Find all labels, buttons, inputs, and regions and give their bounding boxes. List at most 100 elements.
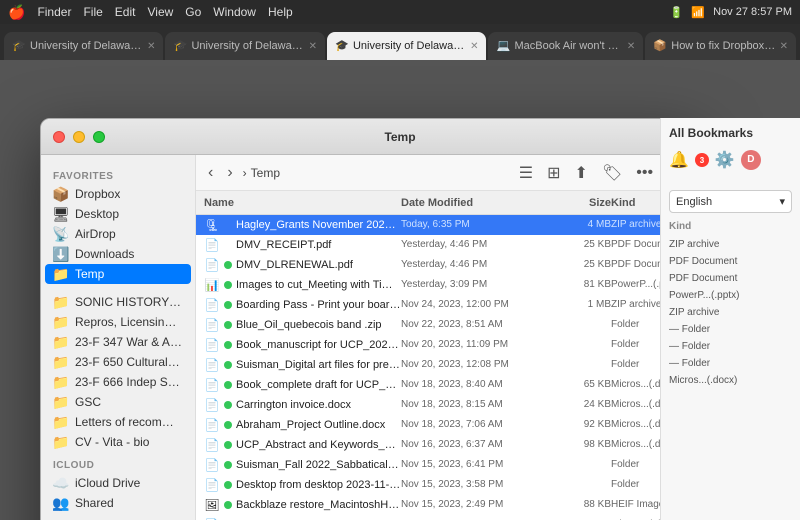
menu-file[interactable]: File <box>83 5 102 19</box>
more-button[interactable]: ••• <box>632 162 657 184</box>
tab-2-close[interactable]: ✕ <box>309 41 317 52</box>
back-button[interactable]: ‹ <box>204 162 217 184</box>
sidebar-item-dropbox[interactable]: 📦 Dropbox <box>45 184 191 204</box>
file-row[interactable]: 📄 Boarding Pass - Print your boarding pa… <box>196 295 699 315</box>
share-button[interactable]: ⬆ <box>571 161 592 185</box>
tag-button[interactable]: 🏷 <box>598 161 626 185</box>
file-type-icon: 📄 <box>204 237 220 253</box>
tab-4[interactable]: 💻 MacBook Air won't sync... ✕ <box>488 32 643 60</box>
sidebar-item-letters[interactable]: 📁 Letters of recommend... <box>45 412 191 432</box>
sidebar-item-sonic[interactable]: 📁 SONIC HISTORY OF... <box>45 292 191 312</box>
maximize-button[interactable] <box>93 131 105 143</box>
icloud-icon: ☁️ <box>53 475 69 491</box>
apple-menu[interactable]: 🍎 <box>8 4 25 21</box>
tab-1[interactable]: 🎓 University of Delaware C... ✕ <box>4 32 163 60</box>
tab-4-close[interactable]: ✕ <box>627 41 635 52</box>
file-row[interactable]: 📄 Book_manuscript for UCP_2023-11-13 Nov… <box>196 335 699 355</box>
file-name: Carrington invoice.docx <box>236 399 401 411</box>
sidebar-item-temp[interactable]: 📁 Temp <box>45 264 191 284</box>
col-modified-header[interactable]: Date Modified <box>401 197 551 209</box>
menu-edit[interactable]: Edit <box>115 5 136 19</box>
sidebar-item-desktop[interactable]: 🖥 Desktop <box>45 204 191 224</box>
file-row[interactable]: 📄 Book_complete draft for UCP_2023-05-18… <box>196 375 699 395</box>
sync-indicator <box>224 441 232 449</box>
temp-folder-icon: 📁 <box>53 266 69 282</box>
file-type-icon: 🗜 <box>204 217 220 233</box>
dropbox-icon: 📦 <box>53 186 69 202</box>
file-row[interactable]: 📄 DMV_DLRENEWAL.pdf Yesterday, 4:46 PM 2… <box>196 255 699 275</box>
sidebar-item-label: Repros, Licensing, an... <box>75 315 183 329</box>
sidebar-item-airdrop[interactable]: 📡 AirDrop <box>45 224 191 244</box>
sidebar-item-icloud-drive[interactable]: ☁️ iCloud Drive <box>45 473 191 493</box>
menubar-left: 🍎 Finder File Edit View Go Window Help <box>8 4 293 21</box>
sidebar-item-23f347[interactable]: 📁 23-F 347 War & Am S... <box>45 332 191 352</box>
tab-5[interactable]: 📦 How to fix Dropbox not... ✕ <box>645 32 796 60</box>
file-row[interactable]: 🗜 Hagley_Grants November 2023.zip Today,… <box>196 215 699 235</box>
file-row[interactable]: 📄 Desktop from desktop 2023-11-15 Nov 15… <box>196 475 699 495</box>
kind-pptx: PowerP...(.pptx) <box>669 287 792 304</box>
sidebar-item-23f650[interactable]: 📁 23-F 650 Cultural His... <box>45 352 191 372</box>
file-row[interactable]: 🖼 Backblaze restore_MacintoshHD_2023-11-… <box>196 495 699 515</box>
file-name: Suisman_Digital art files for press REF … <box>236 359 401 371</box>
sidebar-item-label: Letters of recommend... <box>75 415 183 429</box>
file-size: 81 KB <box>551 279 611 290</box>
file-row[interactable]: 📄 Suisman_Fall 2022_Sabbatical report No… <box>196 455 699 475</box>
bell-icon[interactable]: 🔔 <box>669 150 689 170</box>
avatar-icon[interactable]: D <box>741 150 761 170</box>
col-size-header[interactable]: Size <box>551 197 611 209</box>
menu-window[interactable]: Window <box>213 5 256 19</box>
menu-go[interactable]: Go <box>185 5 201 19</box>
file-row[interactable]: 📄 DMV_RECEIPT.pdf Yesterday, 4:46 PM 25 … <box>196 235 699 255</box>
menubar-right: 🔋 📶 Nov 27 8:57 PM <box>670 6 792 19</box>
sidebar-item-shared[interactable]: 👥 Shared <box>45 493 191 513</box>
tab-5-close[interactable]: ✕ <box>780 41 788 52</box>
view-list-button[interactable]: ☰ <box>515 161 537 185</box>
file-modified: Yesterday, 4:46 PM <box>401 259 551 270</box>
settings-icon[interactable]: ⚙️ <box>715 150 735 170</box>
file-row[interactable]: 📊 Images to cut_Meeting with Tim 2023-11… <box>196 275 699 295</box>
file-size: 92 KB <box>551 419 611 430</box>
sidebar-item-downloads[interactable]: ⬇️ Downloads <box>45 244 191 264</box>
file-row[interactable]: 📄 UCP_Abstract and Keywords_Portal_Autho… <box>196 435 699 455</box>
tab-3-close[interactable]: ✕ <box>470 41 478 52</box>
folder-icon: 📁 <box>53 374 69 390</box>
file-modified: Nov 20, 2023, 12:08 PM <box>401 359 551 370</box>
menu-view[interactable]: View <box>147 5 173 19</box>
file-row[interactable]: 📄 Suisman_Digital art files for press RE… <box>196 355 699 375</box>
sidebar-item-repros[interactable]: 📁 Repros, Licensing, an... <box>45 312 191 332</box>
file-name: Blue_Oil_quebecois band .zip <box>236 319 401 331</box>
sidebar-item-label: SONIC HISTORY OF... <box>75 295 183 309</box>
menu-help[interactable]: Help <box>268 5 293 19</box>
tab-3[interactable]: 🎓 University of Delaware C... ✕ <box>327 32 486 60</box>
close-button[interactable] <box>53 131 65 143</box>
file-modified: Nov 20, 2023, 11:09 PM <box>401 339 551 350</box>
file-name: Suisman_Fall 2022_Sabbatical report <box>236 459 401 471</box>
notification-badge: 3 <box>695 153 709 167</box>
path-nav: › Temp <box>243 166 509 180</box>
sidebar-item-gsc[interactable]: 📁 GSC <box>45 392 191 412</box>
minimize-button[interactable] <box>73 131 85 143</box>
folder-icon: 📁 <box>53 294 69 310</box>
forward-button[interactable]: › <box>223 162 236 184</box>
sidebar-item-label: Temp <box>75 267 104 281</box>
language-dropdown[interactable]: English ▾ <box>669 190 792 213</box>
tab-1-close[interactable]: ✕ <box>147 41 155 52</box>
file-type-icon: 📄 <box>204 377 220 393</box>
file-modified: Nov 15, 2023, 2:49 PM <box>401 499 551 510</box>
language-label: English <box>676 196 712 208</box>
file-row[interactable]: 📄 Abraham_Project Outline.docx Nov 18, 2… <box>196 415 699 435</box>
finder-body: Favorites 📦 Dropbox 🖥 Desktop 📡 AirDrop … <box>41 155 699 520</box>
tab-2[interactable]: 🎓 University of Delaware C... ✕ <box>165 32 324 60</box>
sidebar-item-label: iCloud Drive <box>75 476 140 490</box>
file-row[interactable]: 📄 Blue_Oil_quebecois band .zip Nov 22, 2… <box>196 315 699 335</box>
file-type-icon: 📄 <box>204 477 220 493</box>
sidebar-item-23f666[interactable]: 📁 23-F 666 Indep Stud... <box>45 372 191 392</box>
sidebar-item-cv[interactable]: 📁 CV - Vita - bio <box>45 432 191 452</box>
view-grid-button[interactable]: ⊞ <box>543 161 564 185</box>
kind-pdf2: PDF Document <box>669 270 792 287</box>
col-name-header[interactable]: Name <box>204 197 401 209</box>
shared-icon: 👥 <box>53 495 69 511</box>
file-row[interactable]: 📄 Carrington invoice.docx Nov 18, 2023, … <box>196 395 699 415</box>
tab-1-label: University of Delaware C... <box>30 40 143 52</box>
file-row[interactable]: 📄 Parkes_Prospectus v.3.3 Short SUISMAN … <box>196 515 699 520</box>
